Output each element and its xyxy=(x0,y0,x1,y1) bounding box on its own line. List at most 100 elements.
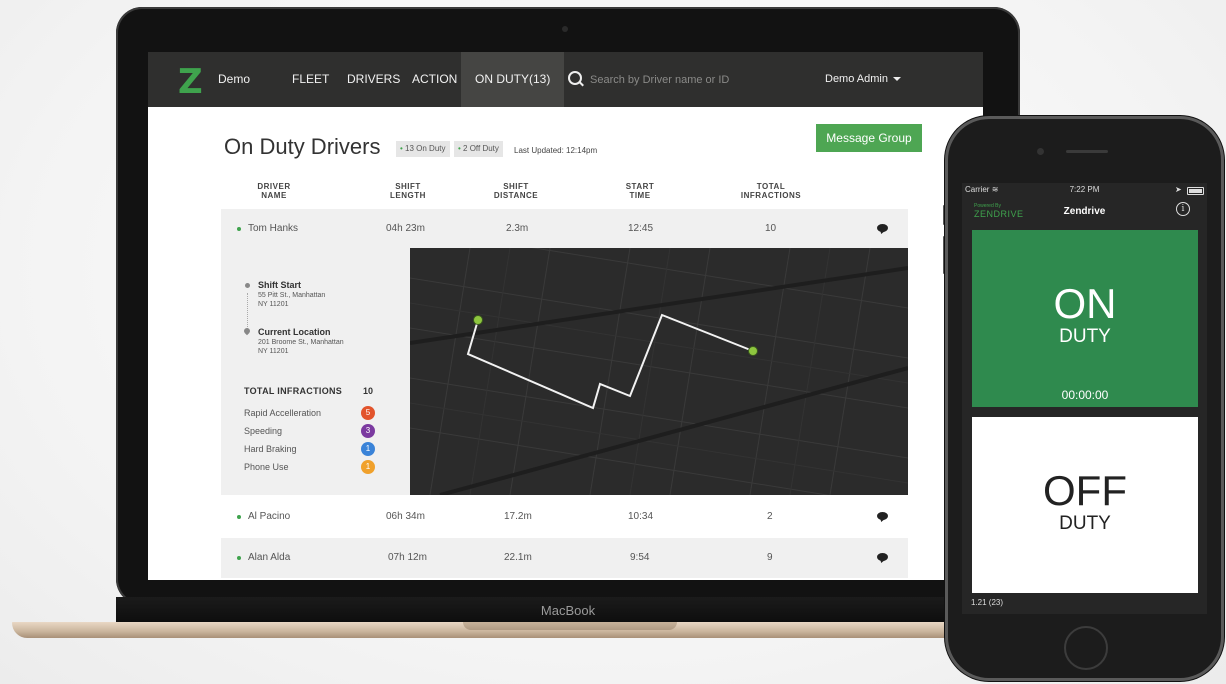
infraction-label: Phone Use xyxy=(244,462,289,472)
shift-start-dot-icon xyxy=(245,283,250,288)
nav-drivers[interactable]: DRIVERS xyxy=(347,52,400,107)
shift-length: 06h 34m xyxy=(386,511,425,522)
chat-icon[interactable] xyxy=(877,553,888,561)
shift-distance: 22.1m xyxy=(504,552,532,563)
header-start-time[interactable]: START TIME xyxy=(610,182,670,200)
shift-distance: 2.3m xyxy=(506,223,529,234)
infraction-count-badge: 1 xyxy=(361,442,375,456)
caret-down-icon xyxy=(892,77,901,82)
laptop-camera xyxy=(562,26,568,32)
total-infractions: 9 xyxy=(767,552,773,563)
start-time: 12:45 xyxy=(628,223,654,234)
off-duty-button[interactable]: OFF DUTY xyxy=(972,417,1198,593)
header-line1: START xyxy=(625,182,655,191)
zendrive-logo[interactable]: Z xyxy=(178,62,203,102)
infractions-title: TOTAL INFRACTIONS xyxy=(244,386,343,396)
header-line1: SHIFT xyxy=(503,182,529,191)
chat-icon[interactable] xyxy=(877,512,888,520)
current-location-address-line2: NY 11201 xyxy=(258,348,289,355)
off-label: OFF xyxy=(1043,467,1127,514)
off-duty-badge-text: 2 Off Duty xyxy=(463,144,499,153)
header-line2: TIME xyxy=(629,191,651,200)
header-line1: SHIFT xyxy=(395,182,421,191)
nav-fleet[interactable]: FLEET xyxy=(292,52,329,107)
status-time: 7:22 PM xyxy=(1069,185,1100,194)
route-connector xyxy=(247,293,248,331)
header-total-infractions[interactable]: TOTAL INFRACTIONS xyxy=(734,182,808,200)
current-location-title: Current Location xyxy=(258,327,331,337)
on-duty-button[interactable]: ON DUTY 00:00:00 xyxy=(972,230,1198,407)
status-bar: Carrier ≋ 7:22 PM ➤ xyxy=(962,183,1207,197)
infraction-count-badge: 1 xyxy=(361,460,375,474)
route-map-graphic xyxy=(410,248,908,495)
shift-length: 04h 23m xyxy=(386,223,425,234)
chat-icon[interactable] xyxy=(877,224,888,232)
route-map[interactable] xyxy=(410,248,908,495)
on-label: ON xyxy=(1053,280,1117,327)
infraction-label: Rapid Accelleration xyxy=(244,408,322,418)
app-version: 1.21 (23) xyxy=(971,598,1004,607)
table-row[interactable]: Al Pacino 06h 34m 17.2m 10:34 2 xyxy=(221,497,908,537)
shift-start-address-line2: NY 11201 xyxy=(258,301,289,308)
infraction-label: Speeding xyxy=(244,426,283,436)
page-title: On Duty Drivers xyxy=(224,134,381,159)
phone-screen: Carrier ≋ 7:22 PM ➤ Powered By ZENDRIVE … xyxy=(962,183,1207,614)
status-dot-icon xyxy=(237,515,241,519)
shift-start-title: Shift Start xyxy=(258,280,302,290)
shift-distance: 17.2m xyxy=(504,511,532,522)
nav-on-duty[interactable]: ON DUTY(13) xyxy=(461,52,565,107)
app-title: Zendrive xyxy=(1063,206,1106,217)
on-duty-badge-text: 13 On Duty xyxy=(405,144,446,153)
total-infractions: 2 xyxy=(767,511,773,522)
phone-camera xyxy=(1037,148,1044,155)
driver-detail-panel: Shift Start 55 Pitt St., Manhattan NY 11… xyxy=(221,248,908,495)
start-time: 10:34 xyxy=(628,511,654,522)
message-group-button[interactable]: Message Group xyxy=(816,124,922,152)
status-dot-icon xyxy=(237,556,241,560)
header-line2: LENGTH xyxy=(390,191,426,200)
current-location-address-line1: 201 Broome St., Manhattan xyxy=(258,339,344,346)
infraction-count-badge: 3 xyxy=(361,424,375,438)
total-infractions: 10 xyxy=(765,223,777,234)
table-row[interactable]: Alan Alda 07h 12m 22.1m 9:54 9 xyxy=(221,538,908,578)
driver-name: Alan Alda xyxy=(248,552,291,563)
table-row[interactable]: Tom Hanks 04h 23m 2.3m 12:45 10 xyxy=(221,209,908,249)
header-line1: DRIVER xyxy=(257,182,291,191)
start-time: 9:54 xyxy=(630,552,650,563)
shift-length: 07h 12m xyxy=(388,552,427,563)
battery-icon xyxy=(1187,187,1204,195)
current-marker-icon xyxy=(748,346,758,356)
info-icon[interactable]: i xyxy=(1176,202,1190,216)
phone-home-button[interactable] xyxy=(1064,626,1108,670)
nav-action[interactable]: ACTION xyxy=(412,52,457,107)
off-duty-badge: • 2 Off Duty xyxy=(454,141,503,157)
on-duty-sub-label: DUTY xyxy=(1059,326,1111,347)
start-marker-icon xyxy=(473,315,483,325)
duty-timer: 00:00:00 xyxy=(1061,388,1109,402)
infraction-label: Hard Braking xyxy=(244,444,297,454)
header-shift-distance[interactable]: SHIFT DISTANCE xyxy=(486,182,546,200)
laptop-brand-label: MacBook xyxy=(540,603,596,618)
header-line2: NAME xyxy=(261,191,287,200)
header-shift-length[interactable]: SHIFT LENGTH xyxy=(378,182,438,200)
laptop-notch xyxy=(463,622,677,630)
laptop-screen: Z Demo FLEET DRIVERS ACTION ON DUTY(13) … xyxy=(148,52,983,580)
user-name: Demo Admin xyxy=(825,73,888,85)
infractions-total: 10 xyxy=(363,386,374,396)
user-menu[interactable]: Demo Admin xyxy=(825,52,901,107)
status-dot-icon xyxy=(237,227,241,231)
top-nav: Z Demo FLEET DRIVERS ACTION ON DUTY(13) … xyxy=(148,52,983,107)
search-icon xyxy=(568,71,582,85)
header-line2: DISTANCE xyxy=(493,191,539,200)
search-input[interactable] xyxy=(588,69,792,91)
header-line1: TOTAL xyxy=(756,182,786,191)
infraction-count-badge: 5 xyxy=(361,406,375,420)
shift-start-address-line1: 55 Pitt St., Manhattan xyxy=(258,292,326,299)
location-arrow-icon: ➤ xyxy=(1175,185,1182,194)
nav-app-name[interactable]: Demo xyxy=(218,52,250,107)
phone-speaker xyxy=(1066,150,1108,153)
header-driver-name[interactable]: DRIVER NAME xyxy=(244,182,304,200)
driver-name: Tom Hanks xyxy=(248,223,299,234)
location-pin-icon xyxy=(242,326,252,336)
driver-detail-info: Shift Start 55 Pitt St., Manhattan NY 11… xyxy=(221,248,410,495)
